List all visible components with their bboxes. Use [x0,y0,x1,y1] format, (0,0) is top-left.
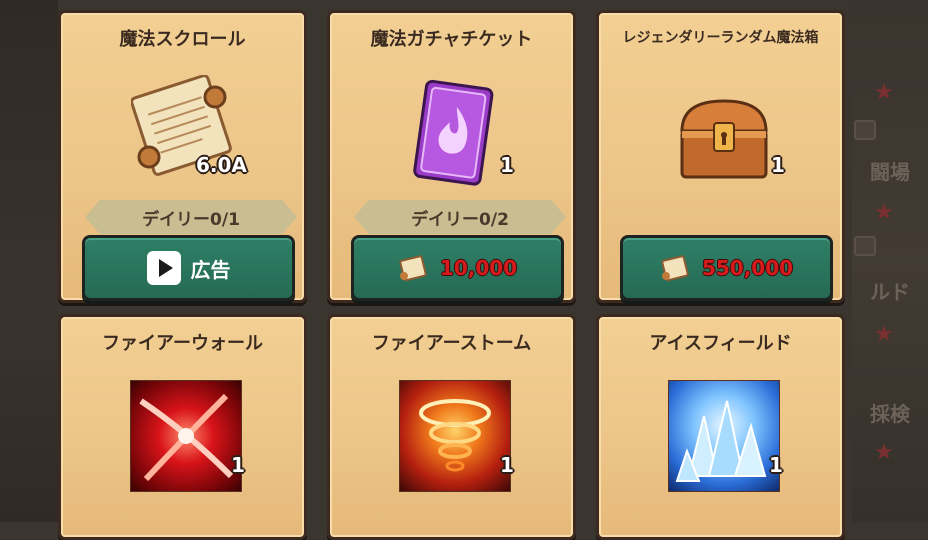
star-icon: ★ [874,322,894,347]
lock-icon [854,236,876,256]
daily-limit-text: デイリー0/1 [142,209,240,230]
card-title: 魔法スクロール [119,29,246,50]
shop-card-gacha-ticket[interactable]: 魔法ガチャチケット 1 デイリー0/2 10,000 [327,10,576,303]
price-label: 10,000 [439,256,518,280]
card-title: 魔法ガチャチケット [370,29,533,50]
side-menu-label[interactable]: 採検 [852,398,928,427]
item-quantity: 1 [769,453,783,477]
item-quantity: 1 [500,153,514,177]
ice-field-skill-icon [668,380,780,492]
fire-wall-skill-icon [130,380,242,492]
background-left [0,0,58,522]
daily-limit-text: デイリー0/2 [411,209,509,230]
daily-limit-ribbon: デイリー0/2 [354,200,566,234]
side-menu-label[interactable]: ルド [852,276,928,305]
scroll-icon [399,255,427,282]
gacha-ticket-icon [410,77,500,197]
lock-icon [854,120,876,140]
shop-card-magic-scroll[interactable]: 魔法スクロール 6.0A デイリー0/1 広告 [58,10,307,303]
star-icon: ★ [874,200,894,225]
item-quantity: 1 [771,153,785,177]
side-menu-label[interactable]: 闘場 [852,156,928,185]
daily-limit-ribbon: デイリー0/1 [85,200,297,234]
treasure-chest-icon [674,93,774,187]
shop-card-fire-wall[interactable]: ファイアーウォール 1 [58,314,307,540]
star-icon: ★ [874,440,894,465]
card-title: ファイアーウォール [102,333,263,354]
item-quantity: 1 [231,453,245,477]
shop-card-ice-field[interactable]: アイスフィールド 1 [596,314,845,540]
card-title: ファイアーストーム [371,333,532,354]
fire-storm-skill-icon [399,380,511,492]
side-menu-background: ★ 闘場 ★ ルド ★ 採検 ★ [852,0,928,522]
scroll-icon [661,255,689,282]
price-label: 550,000 [701,256,794,280]
star-icon: ★ [874,80,894,105]
shop-card-legendary-chest[interactable]: レジェンダリーランダム魔法箱 1 550,000 [596,10,845,303]
card-title: アイスフィールド [649,333,792,354]
item-quantity: 6.0A [196,153,247,177]
card-title: レジェンダリーランダム魔法箱 [622,30,819,46]
buy-gacha-ticket-button[interactable]: 10,000 [351,235,564,301]
watch-ad-button[interactable]: 広告 [82,235,295,301]
ad-button-label: 広告 [190,257,231,282]
play-icon [146,251,181,285]
item-quantity: 1 [500,453,514,477]
shop-card-fire-storm[interactable]: ファイアーストーム 1 [327,314,576,540]
buy-legendary-chest-button[interactable]: 550,000 [620,235,833,301]
